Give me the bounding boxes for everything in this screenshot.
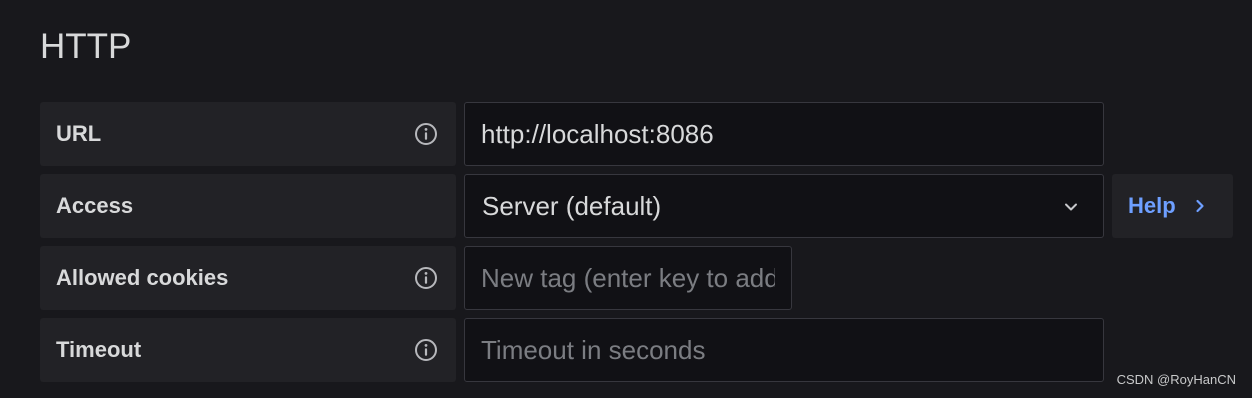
allowed-cookies-input[interactable] — [465, 247, 791, 309]
allowed-cookies-field-wrapper — [464, 246, 792, 310]
url-label: URL — [56, 121, 102, 146]
timeout-input[interactable] — [465, 319, 1103, 381]
info-icon[interactable] — [414, 122, 438, 146]
access-selected-value: Server (default) — [482, 191, 662, 221]
access-label: Access — [56, 193, 134, 218]
help-button[interactable]: Help — [1112, 174, 1233, 238]
allowed-cookies-label: Allowed cookies — [56, 265, 229, 290]
access-select[interactable]: Server (default) — [464, 174, 1104, 238]
access-label-box: Access — [40, 174, 456, 238]
help-label: Help — [1128, 193, 1176, 218]
url-field-wrapper — [464, 102, 1104, 166]
chevron-right-icon — [1196, 199, 1204, 213]
url-label-box: URL — [40, 102, 456, 166]
allowed-cookies-label-box: Allowed cookies — [40, 246, 456, 310]
timeout-label-box: Timeout — [40, 318, 456, 382]
info-icon[interactable] — [414, 338, 438, 362]
url-input[interactable] — [465, 103, 1103, 165]
info-icon[interactable] — [414, 266, 438, 290]
chevron-down-icon — [1065, 203, 1077, 211]
watermark: CSDN @RoyHanCN — [1116, 372, 1236, 387]
timeout-field-wrapper — [464, 318, 1104, 382]
section-title: HTTP — [40, 27, 132, 66]
timeout-label: Timeout — [56, 337, 142, 362]
